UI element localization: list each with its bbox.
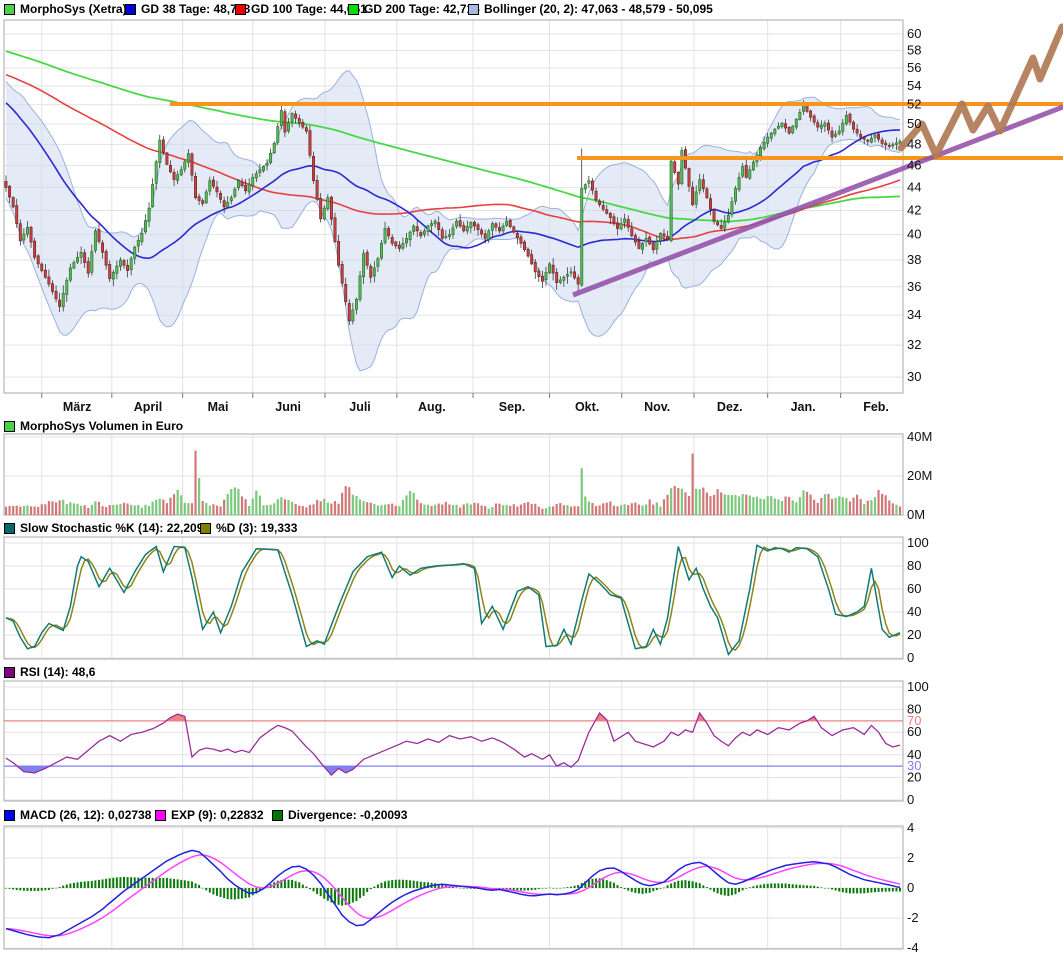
svg-text:4: 4 bbox=[907, 820, 914, 835]
svg-text:32: 32 bbox=[907, 337, 921, 352]
stochastic-chart: 0 20 40 60 80 100 bbox=[4, 535, 929, 665]
x-axis-month-label: Aug. bbox=[418, 400, 446, 414]
x-axis-month-label: April bbox=[134, 400, 162, 414]
svg-text:56: 56 bbox=[907, 60, 921, 75]
stoch-k-line bbox=[6, 545, 900, 654]
x-axis-month-label: Dez. bbox=[717, 400, 743, 414]
rsi-chart: 0204060801007030 bbox=[4, 679, 929, 807]
x-axis-month-label: Mai bbox=[208, 400, 229, 414]
svg-text:-4: -4 bbox=[907, 940, 919, 955]
svg-text:52: 52 bbox=[907, 97, 921, 112]
svg-text:2: 2 bbox=[907, 850, 914, 865]
svg-text:60: 60 bbox=[907, 581, 921, 596]
bollinger-band bbox=[6, 51, 900, 371]
macd-line bbox=[6, 850, 900, 937]
x-axis-month-label: März bbox=[63, 400, 91, 414]
svg-text:38: 38 bbox=[907, 252, 921, 267]
x-axis-month-label: Sep. bbox=[499, 400, 525, 414]
x-axis-month-label: Juli bbox=[349, 400, 371, 414]
svg-text:20M: 20M bbox=[907, 468, 932, 483]
svg-text:42: 42 bbox=[907, 202, 921, 217]
svg-text:30: 30 bbox=[907, 369, 921, 384]
svg-text:0: 0 bbox=[907, 650, 914, 665]
svg-text:0: 0 bbox=[907, 792, 914, 807]
x-axis-month-label: Okt. bbox=[575, 400, 599, 414]
svg-text:40: 40 bbox=[907, 604, 921, 619]
svg-text:58: 58 bbox=[907, 43, 921, 58]
x-axis-month-label: Nov. bbox=[644, 400, 670, 414]
svg-text:80: 80 bbox=[907, 558, 921, 573]
chart-page: MorphoSys (Xetra) GD 38 Tage: 48,728 GD … bbox=[0, 0, 1063, 958]
x-axis-month-label: Feb. bbox=[863, 400, 889, 414]
svg-text:40M: 40M bbox=[907, 429, 932, 444]
x-axis-month-label: Jan. bbox=[791, 400, 816, 414]
svg-text:44: 44 bbox=[907, 179, 921, 194]
macd-chart: -4 -2 0 2 4 bbox=[4, 820, 919, 955]
x-axis: März April Mai Juni Juli Aug. Sep. Okt. Nov. Dez.… bbox=[42, 393, 889, 414]
svg-text:70: 70 bbox=[907, 713, 921, 728]
svg-text:20: 20 bbox=[907, 627, 921, 642]
x-axis-month-label: Juni bbox=[275, 400, 301, 414]
svg-text:54: 54 bbox=[907, 78, 921, 93]
chart-canvas: 30323436384042444648505254565860MärzApri… bbox=[0, 0, 1063, 958]
price-chart bbox=[4, 20, 903, 393]
svg-text:0: 0 bbox=[907, 880, 914, 895]
svg-text:50: 50 bbox=[907, 116, 921, 131]
svg-text:30: 30 bbox=[907, 758, 921, 773]
svg-text:0M: 0M bbox=[907, 507, 925, 522]
svg-text:40: 40 bbox=[907, 227, 921, 242]
svg-text:34: 34 bbox=[907, 307, 921, 322]
price-axis-labels: 30 32 34 36 38 40 42 44 46 48 50 52 54 56 58 60 bbox=[907, 26, 921, 384]
svg-text:36: 36 bbox=[907, 279, 921, 294]
volume-chart: 40M 20M 0M bbox=[4, 429, 932, 522]
svg-text:-2: -2 bbox=[907, 910, 919, 925]
svg-text:100: 100 bbox=[907, 679, 929, 694]
svg-text:48: 48 bbox=[907, 136, 921, 151]
svg-text:100: 100 bbox=[907, 535, 929, 550]
svg-text:46: 46 bbox=[907, 157, 921, 172]
svg-text:60: 60 bbox=[907, 26, 921, 41]
macd-exp-line bbox=[6, 855, 900, 936]
